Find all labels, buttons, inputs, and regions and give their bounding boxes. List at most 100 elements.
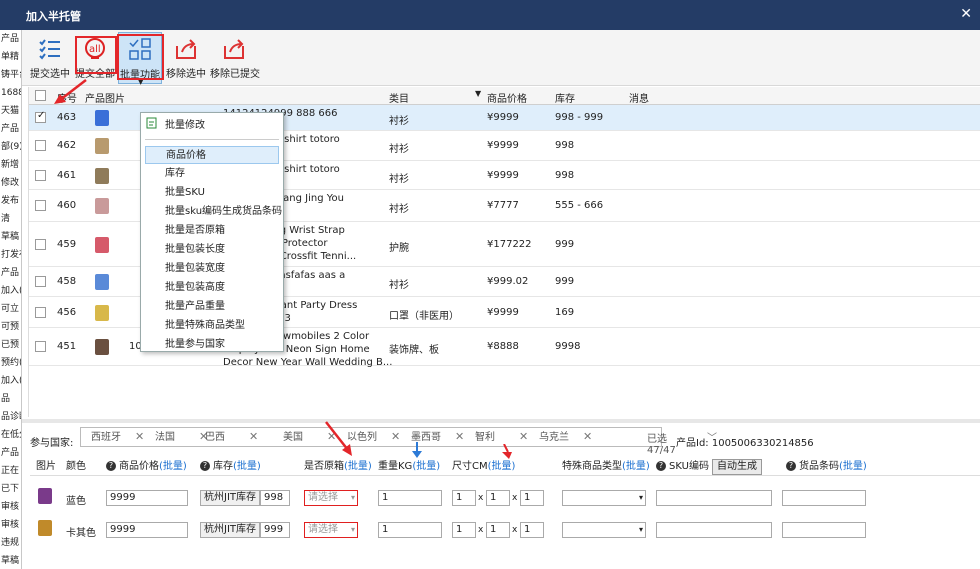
edit-icon: [146, 117, 157, 129]
barcode-input[interactable]: [782, 490, 866, 506]
background-sidebar-item: 产品: [1, 268, 20, 278]
panel-splitter[interactable]: [22, 419, 980, 423]
row-checkbox[interactable]: [35, 341, 46, 352]
menu-item[interactable]: 商品价格: [145, 146, 279, 164]
sku-header-size: 尺寸CM(批量): [452, 458, 515, 476]
background-app-sidebar: 产品单精铸平台1688天猫产品部(9)新增修改发布清草稿打发布产品加入(可立可预…: [0, 30, 22, 569]
sku-code-input[interactable]: [656, 490, 772, 506]
close-button[interactable]: ✕: [960, 6, 972, 22]
menu-item[interactable]: 批量修改: [145, 117, 279, 135]
batch-weight-link[interactable]: (批量): [412, 461, 440, 472]
export-remove-icon: [176, 39, 196, 59]
row-price: ¥999.02: [487, 276, 529, 287]
sku-stock-input[interactable]: 998: [260, 490, 290, 506]
sku-stock-input[interactable]: 999: [260, 522, 290, 538]
original-box-select[interactable]: 请选择 ▾: [304, 522, 358, 538]
original-box-select[interactable]: 请选择 ▾: [304, 490, 358, 506]
row-checkbox[interactable]: [35, 276, 46, 287]
remove-tag-icon[interactable]: ✕: [249, 430, 258, 443]
row-checkbox[interactable]: [35, 200, 46, 211]
menu-item[interactable]: 批量产品重量: [145, 298, 279, 316]
row-checkbox[interactable]: [35, 306, 46, 318]
background-sidebar-item: 预约(: [1, 358, 22, 368]
row-price: ¥9999: [487, 306, 519, 318]
row-category: 衬衫: [389, 116, 409, 127]
sku-header-stock: ? 库存(批量): [200, 458, 261, 476]
background-sidebar-item: 在低分: [1, 430, 21, 440]
menu-item[interactable]: 批量sku编码生成货品条码: [145, 203, 282, 221]
remove-tag-icon[interactable]: ✕: [583, 430, 592, 443]
original-box-value: 请选择: [308, 524, 338, 535]
help-icon: ?: [786, 461, 796, 471]
country-multi-select[interactable]: 西班牙 ✕ 法国 ✕ 巴西 ✕ 美国 ✕ 以色列 ✕ 墨西哥 ✕ 智利 ✕ 乌克兰 ✕ 已选47/47 ﹀: [80, 427, 717, 456]
sku-thumbnail: [38, 520, 52, 536]
remove-selected-button[interactable]: 移除选中: [164, 32, 208, 84]
sku-height-input[interactable]: 1: [520, 522, 544, 538]
sku-length-input[interactable]: 1: [452, 522, 476, 538]
batch-special-type-link[interactable]: (批量): [622, 461, 650, 472]
sku-price-input[interactable]: 9999: [106, 490, 188, 506]
menu-item[interactable]: 批量参与国家: [145, 336, 279, 354]
sku-height-input[interactable]: 1: [520, 490, 544, 506]
sku-price-input[interactable]: 9999: [106, 522, 188, 538]
sku-header-special-type-label: 特殊商品类型: [562, 461, 622, 472]
batch-barcode-link[interactable]: (批量): [839, 461, 867, 472]
auto-generate-button[interactable]: 自动生成: [712, 459, 762, 475]
sku-width-input[interactable]: 1: [486, 490, 510, 506]
toolbar: 提交选中 all 提交全部 批量功能 ▼ 移除选中 移除已提交: [22, 30, 980, 86]
sku-weight-input[interactable]: 1: [378, 522, 442, 538]
background-sidebar-item: 部(9): [1, 142, 22, 152]
background-sidebar-item: 修改: [1, 178, 20, 188]
sku-color: 卡其色: [66, 528, 96, 539]
sku-code-input[interactable]: [656, 522, 772, 538]
background-sidebar-item: 清: [1, 214, 11, 224]
remove-tag-icon[interactable]: ✕: [455, 430, 464, 443]
sku-weight-input[interactable]: 1: [378, 490, 442, 506]
row-category: 衬衫: [389, 144, 409, 155]
special-type-select[interactable]: ▾: [562, 490, 646, 506]
special-type-select[interactable]: ▾: [562, 522, 646, 538]
batch-original-box-link[interactable]: (批量): [344, 461, 372, 472]
sku-header-price-label: 商品价格: [119, 461, 159, 472]
remove-submitted-button[interactable]: 移除已提交: [210, 32, 260, 84]
row-checkbox[interactable]: [35, 110, 46, 123]
header-category: 类目: [389, 94, 409, 105]
menu-item[interactable]: 库存: [145, 165, 279, 183]
sku-length-input[interactable]: 1: [452, 490, 476, 506]
batch-size-link[interactable]: (批量): [488, 461, 516, 472]
background-sidebar-item: 可立: [1, 304, 20, 314]
batch-stock-link[interactable]: (批量): [233, 461, 261, 472]
menu-item[interactable]: 批量包装宽度: [145, 260, 279, 278]
sku-table: 图片 颜色 ? 商品价格(批量) ? 库存(批量) 是否原箱(批量) 重量KG(批量…: [30, 458, 980, 569]
row-stock: 999: [555, 238, 575, 250]
menu-item[interactable]: 批量是否原箱: [145, 222, 279, 240]
remove-tag-icon[interactable]: ✕: [391, 430, 400, 443]
sku-width-input[interactable]: 1: [486, 522, 510, 538]
remove-tag-icon[interactable]: ✕: [519, 430, 528, 443]
background-sidebar-item: 审核: [1, 520, 20, 530]
barcode-input[interactable]: [782, 522, 866, 538]
remove-tag-icon[interactable]: ✕: [135, 430, 144, 443]
grid-header-row: 序号 产品图片 类目 ▼ 商品价格 库存 消息: [29, 87, 980, 105]
sku-header-image: 图片: [36, 461, 56, 472]
menu-item[interactable]: 批量SKU: [145, 184, 279, 202]
menu-item[interactable]: 批量包装高度: [145, 279, 279, 297]
sku-header-color: 颜色: [66, 461, 86, 472]
row-checkbox[interactable]: [35, 169, 46, 181]
batch-price-link[interactable]: (批量): [159, 461, 187, 472]
annotation-arrow: [412, 442, 422, 458]
product-thumbnail: [95, 339, 109, 355]
row-checkbox[interactable]: [35, 238, 46, 250]
sku-header-row: 图片 颜色 ? 商品价格(批量) ? 库存(批量) 是否原箱(批量) 重量KG(批量…: [30, 458, 980, 476]
background-sidebar-item: 发布: [1, 196, 20, 206]
select-all-checkbox[interactable]: [35, 90, 46, 101]
country-tag: 法国: [155, 432, 175, 443]
filter-dropdown-icon[interactable]: ▼: [475, 89, 481, 98]
row-price: ¥9999: [487, 112, 519, 123]
menu-item[interactable]: 批量包装长度: [145, 241, 279, 259]
row-checkbox[interactable]: [35, 140, 46, 151]
sku-header-sku-code-label: SKU编码: [669, 461, 709, 472]
menu-item[interactable]: 批量特殊商品类型: [145, 317, 279, 335]
times-sign: x: [512, 493, 518, 503]
row-stock: 9998: [555, 341, 581, 352]
